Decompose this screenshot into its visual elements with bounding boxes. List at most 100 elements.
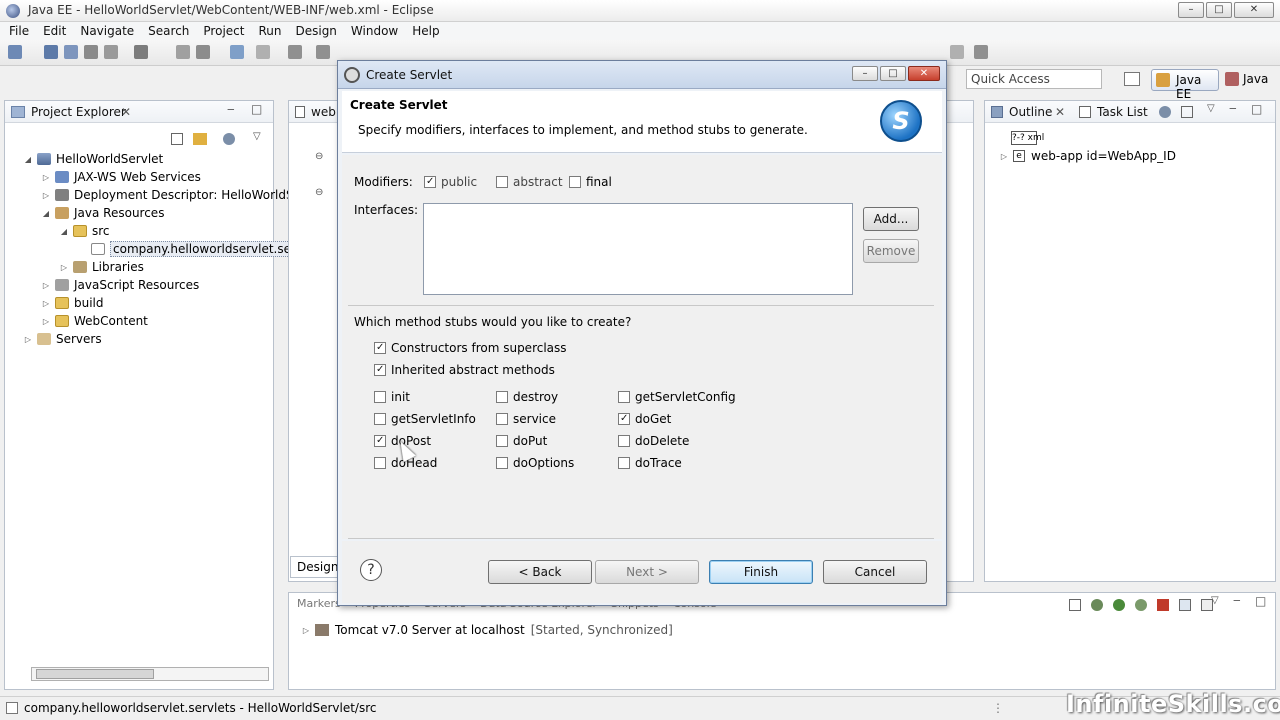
- menu-edit[interactable]: Edit: [36, 22, 73, 40]
- outline-webapp-node[interactable]: ▷ e web-app id=WebApp_ID: [999, 147, 1176, 165]
- maximize-button[interactable]: □: [1206, 2, 1232, 18]
- expand-twisty-icon[interactable]: ▷: [41, 281, 51, 290]
- tree-item-build[interactable]: ▷ build: [41, 294, 104, 312]
- checkbox-box[interactable]: [424, 176, 436, 188]
- back-button[interactable]: < Back: [488, 560, 592, 584]
- maximize-view-icon[interactable]: □: [251, 102, 262, 116]
- modifier-public-checkbox[interactable]: public: [424, 175, 477, 189]
- checkbox-box[interactable]: [496, 413, 508, 425]
- checkbox-box[interactable]: [496, 391, 508, 403]
- print-icon[interactable]: [84, 45, 98, 59]
- scrollbar-thumb[interactable]: [36, 669, 154, 679]
- menu-navigate[interactable]: Navigate: [73, 22, 141, 40]
- dialog-maximize-button[interactable]: □: [880, 66, 906, 81]
- collapse-all-icon[interactable]: [1069, 599, 1081, 611]
- maximize-view-icon[interactable]: □: [1251, 102, 1262, 116]
- method-init-checkbox[interactable]: init: [374, 390, 410, 404]
- view-menu-icon[interactable]: ▽: [1207, 103, 1215, 114]
- tab-markers[interactable]: Markers: [297, 597, 341, 610]
- expand-twisty-icon[interactable]: ◢: [41, 209, 51, 218]
- close-tab-icon[interactable]: ✕: [121, 105, 131, 119]
- close-tab-icon[interactable]: ✕: [1055, 105, 1065, 119]
- stop-server-icon[interactable]: [1157, 599, 1169, 611]
- expand-twisty-icon[interactable]: ◢: [23, 155, 33, 164]
- checkbox-box[interactable]: [618, 457, 630, 469]
- menu-help[interactable]: Help: [405, 22, 446, 40]
- minimize-button[interactable]: –: [1178, 2, 1204, 18]
- next-button[interactable]: Next >: [595, 560, 699, 584]
- interfaces-list[interactable]: [423, 203, 853, 295]
- constructors-from-superclass-checkbox[interactable]: Constructors from superclass: [374, 341, 567, 355]
- method-dotrace-checkbox[interactable]: doTrace: [618, 456, 682, 470]
- outline-xml-node[interactable]: ?-? xml: [1011, 129, 1044, 147]
- editor-design-tab[interactable]: Design: [290, 556, 338, 578]
- start-server-icon[interactable]: [1113, 599, 1125, 611]
- fold-icon[interactable]: ⊖: [315, 187, 323, 198]
- open-type-icon[interactable]: [104, 45, 118, 59]
- tree-item-servers[interactable]: ▷ Servers: [23, 330, 102, 348]
- method-service-checkbox[interactable]: service: [496, 412, 556, 426]
- expand-twisty-icon[interactable]: ▷: [59, 263, 69, 272]
- new-icon[interactable]: [8, 45, 22, 59]
- project-explorer-tab[interactable]: Project Explorer: [31, 105, 126, 119]
- server-row-tomcat[interactable]: ▷ Tomcat v7.0 Server at localhost [Start…: [301, 621, 673, 639]
- pin-icon[interactable]: [950, 45, 964, 59]
- server-icon[interactable]: [134, 45, 148, 59]
- horizontal-scrollbar[interactable]: [31, 667, 269, 681]
- link-editor-icon[interactable]: [193, 133, 207, 145]
- checkbox-box[interactable]: [496, 176, 508, 188]
- checkbox-box[interactable]: [374, 413, 386, 425]
- tree-item-javascript-resources[interactable]: ▷ JavaScript Resources: [41, 276, 199, 294]
- expand-twisty-icon[interactable]: ▷: [41, 317, 51, 326]
- checkbox-box[interactable]: [374, 391, 386, 403]
- expand-twisty-icon[interactable]: ◢: [59, 227, 69, 236]
- help-icon[interactable]: ?: [360, 559, 382, 581]
- forward-icon[interactable]: [316, 45, 330, 59]
- expand-twisty-icon[interactable]: ▷: [23, 335, 33, 344]
- restore-icon[interactable]: [974, 45, 988, 59]
- add-interface-button[interactable]: Add...: [863, 207, 919, 231]
- expand-twisty-icon[interactable]: ▷: [41, 191, 51, 200]
- minimize-view-icon[interactable]: ‒: [227, 102, 235, 116]
- maximize-view-icon[interactable]: □: [1255, 594, 1266, 608]
- menu-file[interactable]: File: [2, 22, 36, 40]
- tree-item-java-resources[interactable]: ◢ Java Resources: [41, 204, 165, 222]
- menu-project[interactable]: Project: [196, 22, 251, 40]
- checkbox-box[interactable]: [374, 342, 386, 354]
- expand-twisty-icon[interactable]: ▷: [301, 626, 311, 635]
- collapse-all-icon[interactable]: [1181, 106, 1193, 118]
- method-destroy-checkbox[interactable]: destroy: [496, 390, 558, 404]
- checkbox-box[interactable]: [569, 176, 581, 188]
- outline-tab[interactable]: Outline: [1009, 105, 1052, 119]
- tree-item-deployment-descriptor[interactable]: ▷ Deployment Descriptor: HelloWorldS: [41, 186, 294, 204]
- menu-window[interactable]: Window: [344, 22, 405, 40]
- save-all-icon[interactable]: [64, 45, 78, 59]
- task-list-tab[interactable]: Task List: [1097, 105, 1148, 119]
- method-doput-checkbox[interactable]: doPut: [496, 434, 547, 448]
- collapse-all-icon[interactable]: [171, 133, 183, 145]
- expand-twisty-icon[interactable]: ▷: [41, 299, 51, 308]
- method-dooptions-checkbox[interactable]: doOptions: [496, 456, 574, 470]
- editor-tab-webxml[interactable]: web.: [311, 105, 340, 119]
- menu-run[interactable]: Run: [251, 22, 288, 40]
- close-window-button[interactable]: ✕: [1234, 2, 1274, 18]
- view-menu-icon[interactable]: ▽: [1211, 595, 1219, 606]
- finish-button[interactable]: Finish: [709, 560, 813, 584]
- search-icon[interactable]: [256, 45, 270, 59]
- perspective-javaee-button[interactable]: Java EE: [1151, 69, 1219, 101]
- cut-icon[interactable]: [176, 45, 190, 59]
- new-server-icon[interactable]: [230, 45, 244, 59]
- open-perspective-icon[interactable]: [1124, 72, 1140, 86]
- tree-item-webcontent[interactable]: ▷ WebContent: [41, 312, 148, 330]
- quick-access-input[interactable]: Quick Access: [966, 69, 1102, 89]
- dialog-minimize-button[interactable]: –: [852, 66, 878, 81]
- remove-interface-button[interactable]: Remove: [863, 239, 919, 263]
- tree-item-src[interactable]: ◢ src: [59, 222, 110, 240]
- minimize-view-icon[interactable]: ‒: [1233, 593, 1241, 607]
- checkbox-box[interactable]: [618, 391, 630, 403]
- profile-server-icon[interactable]: [1135, 599, 1147, 611]
- checkbox-box[interactable]: [618, 435, 630, 447]
- filter-icon[interactable]: [1159, 106, 1171, 118]
- perspective-java-button[interactable]: Java: [1223, 69, 1280, 91]
- debug-server-icon[interactable]: [1091, 599, 1103, 611]
